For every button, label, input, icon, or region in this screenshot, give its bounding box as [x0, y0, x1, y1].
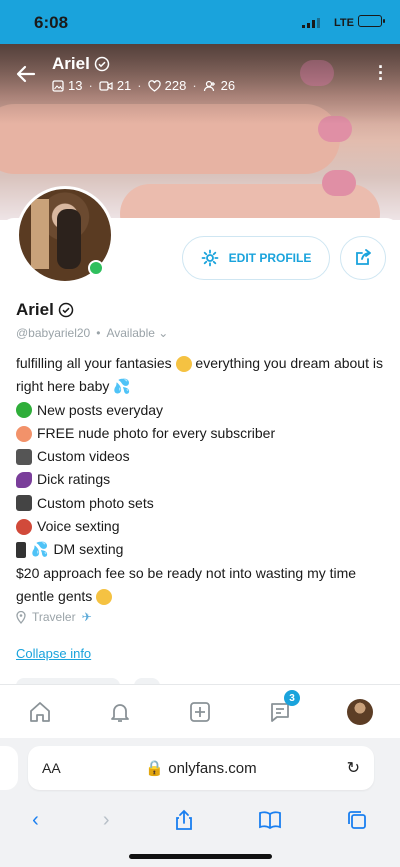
bio-line: Voice sexting	[16, 515, 384, 538]
network-label: LTE	[334, 17, 354, 29]
stat-images: 13	[52, 78, 82, 93]
share-sheet-icon[interactable]	[174, 809, 194, 831]
stat-fans: 26	[203, 78, 235, 93]
tab-notifications[interactable]	[104, 696, 136, 728]
browser-toolbar: ‹ ›	[0, 800, 400, 840]
cover-stats: 13 · 21 · 228 · 26	[52, 78, 235, 93]
profile-card: EDIT PROFILE Ariel @babyariel20 • Availa…	[0, 186, 400, 688]
bio-line: Custom photo sets	[16, 492, 384, 515]
tabs-icon[interactable]	[346, 809, 368, 831]
reload-icon[interactable]: ↻	[347, 758, 360, 778]
bottom-tab-bar: 3	[0, 684, 400, 739]
signal-icon	[302, 18, 320, 28]
address-bar[interactable]: AA 🔒 onlyfans.com ↻	[28, 746, 374, 790]
mobile-phone-icon	[16, 542, 26, 559]
home-indicator	[129, 854, 272, 859]
bio-line: Dick ratings	[16, 468, 384, 491]
green-circle-icon	[16, 402, 32, 419]
bell-icon	[111, 704, 129, 722]
avatar	[347, 699, 373, 725]
image-icon	[52, 79, 64, 92]
stat-likes: 228	[147, 78, 187, 93]
chevron-down-icon: ⌄	[158, 326, 169, 340]
edit-profile-label: EDIT PROFILE	[228, 251, 312, 265]
stat-fans-value: 26	[220, 78, 236, 93]
profile-handle: @babyariel20	[16, 326, 91, 340]
gear-icon	[201, 249, 219, 267]
peach-emoji-icon	[16, 425, 32, 442]
droplets-emoji-icon: 💦	[31, 541, 49, 558]
phone-receiver-icon	[16, 518, 32, 535]
status-time: 6:08	[34, 13, 69, 32]
more-options-icon[interactable]: · · ·	[378, 58, 384, 88]
camera-icon	[16, 495, 32, 512]
url-label: onlyfans.com	[168, 760, 257, 777]
bio-line: fulfilling all your fantasies everything…	[16, 355, 383, 395]
handle-row: @babyariel20 • Available ⌄	[16, 326, 168, 340]
bio-line: FREE nude photo for every subscriber	[16, 422, 384, 445]
browser-chrome: AA 🔒 onlyfans.com ↻ ‹ ›	[0, 738, 400, 867]
add-post-icon	[190, 702, 210, 722]
separator: •	[96, 326, 101, 340]
bio-line: 💦 DM sexting	[16, 538, 384, 561]
lock-icon: 🔒	[145, 760, 165, 777]
messages-badge: 3	[284, 690, 300, 706]
tab-new-post[interactable]	[184, 696, 216, 728]
previous-tab[interactable]	[0, 746, 18, 790]
availability-dropdown[interactable]: Available ⌄	[106, 326, 168, 340]
location-pin-icon	[16, 610, 26, 624]
bio-line: New posts everyday	[16, 399, 384, 422]
bio-line: Custom videos	[16, 445, 384, 468]
battery-icon	[358, 15, 385, 27]
status-bar: 6:08 LTE	[0, 0, 400, 44]
location-label: Traveler	[32, 610, 76, 624]
tab-profile[interactable]	[344, 696, 376, 728]
stat-videos-value: 21	[116, 78, 132, 93]
back-arrow-icon[interactable]	[14, 62, 38, 86]
wink-face-emoji-icon	[96, 589, 113, 606]
tab-messages[interactable]: 3	[264, 690, 300, 728]
cover-title: Ariel	[52, 54, 110, 74]
collapse-info-link[interactable]: Collapse info	[16, 646, 91, 661]
fans-icon	[203, 80, 215, 91]
bio-line: $20 approach fee so be ready not into wa…	[16, 564, 357, 606]
droplets-emoji-icon: 💦	[113, 378, 131, 395]
tab-home[interactable]	[24, 696, 56, 728]
profile-name: Ariel	[16, 300, 74, 320]
stat-likes-value: 228	[164, 78, 187, 93]
edit-profile-button[interactable]: EDIT PROFILE	[182, 236, 330, 280]
home-icon	[30, 702, 50, 722]
forward-icon[interactable]: ›	[103, 809, 110, 832]
movie-camera-icon	[16, 448, 32, 465]
bookmarks-icon[interactable]	[258, 810, 282, 830]
cover-name: Ariel	[52, 54, 90, 73]
weary-face-emoji-icon	[175, 356, 192, 373]
heart-icon	[147, 79, 161, 92]
stat-images-value: 13	[68, 78, 83, 93]
video-icon	[99, 80, 113, 91]
profile-bio: fulfilling all your fantasies everything…	[16, 352, 384, 608]
location-row: Traveler ✈	[16, 610, 92, 624]
airplane-emoji-icon: ✈	[81, 610, 92, 624]
share-button[interactable]	[340, 236, 386, 280]
eggplant-emoji-icon	[16, 472, 32, 489]
stat-videos: 21	[99, 78, 131, 93]
verified-icon	[58, 302, 74, 318]
profile-name-text: Ariel	[16, 300, 54, 319]
verified-icon	[94, 56, 110, 72]
share-icon	[356, 249, 371, 265]
url-text: 🔒 onlyfans.com	[28, 759, 374, 777]
availability-label: Available	[106, 326, 155, 340]
back-icon[interactable]: ‹	[32, 809, 39, 832]
online-status-indicator	[88, 260, 104, 276]
